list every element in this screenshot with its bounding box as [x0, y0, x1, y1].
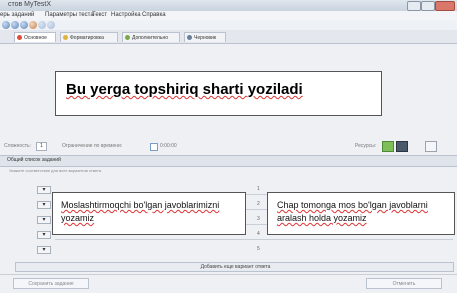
row-2-dropdown[interactable]: ▾: [37, 201, 51, 209]
row-5-dropdown[interactable]: ▾: [37, 246, 51, 254]
tab-additional-label: Дополнительно: [132, 34, 168, 41]
menu-item-text[interactable]: Текст: [92, 12, 107, 18]
menu-item-test-params[interactable]: Параметры теста: [45, 12, 94, 18]
row-number: 3: [257, 216, 260, 222]
cancel-button[interactable]: Отменить: [366, 278, 442, 289]
tab-additional-icon: [125, 35, 130, 40]
media-icon[interactable]: [396, 141, 408, 152]
paste-icon[interactable]: [47, 21, 55, 29]
resources-label: Ресурсы:: [355, 143, 377, 149]
forward-icon[interactable]: [20, 21, 28, 29]
tab-main-label: Основное: [24, 34, 47, 41]
tab-main-icon: [17, 35, 22, 40]
maximize-button[interactable]: [421, 1, 435, 11]
tab-draft-icon: [187, 35, 192, 40]
answers-section-title: Общий список заданий: [7, 157, 61, 163]
add-answer-button[interactable]: Добавить еще вариант ответа: [15, 262, 454, 272]
tab-draft[interactable]: Черновик: [184, 32, 226, 42]
row-3-dropdown[interactable]: ▾: [37, 216, 51, 224]
tab-formatting-icon: [63, 35, 68, 40]
window-title: стов MyTestX: [8, 1, 52, 8]
close-button[interactable]: [435, 1, 455, 11]
task-text-box[interactable]: Bu yerga topshiriq sharti yoziladi: [55, 71, 382, 116]
time-value[interactable]: 0:00:00: [160, 143, 177, 149]
refresh-icon[interactable]: [11, 21, 19, 29]
left-answers-box[interactable]: Moslashtirmoqchi bo'lgan javoblarimizni …: [52, 192, 246, 235]
edit-icon[interactable]: [29, 21, 37, 29]
right-answers-text: Chap tomonga mos bo'lgan javoblarni aral…: [277, 200, 428, 223]
tab-draft-label: Черновик: [194, 34, 217, 41]
minimize-button[interactable]: [407, 1, 421, 11]
answers-section-header: Общий список заданий: [0, 155, 457, 167]
menu-item-help[interactable]: Справка: [142, 12, 166, 18]
task-text: Bu yerga topshiriq sharti yoziladi: [66, 81, 303, 98]
time-limit-checkbox[interactable]: [150, 143, 158, 151]
row-1-dropdown[interactable]: ▾: [37, 186, 51, 194]
tab-bar: Основное Форматировка Дополнительно Черн…: [0, 30, 457, 44]
row-number: 1: [257, 186, 260, 192]
answers-hint: Укажите соответствие для всех вариантов …: [9, 168, 102, 173]
answers-list: ▾ ▾ ▾ ▾ ▾ 1 2 3 4 5 Moslashtirmoqchi bo'…: [15, 180, 455, 262]
toolbar: [0, 20, 457, 30]
title-bar: стов MyTestX: [0, 0, 457, 11]
complexity-spinner[interactable]: 1: [36, 142, 47, 151]
time-limit-label: Ограничение по времени:: [62, 143, 123, 149]
back-icon[interactable]: [2, 21, 10, 29]
right-answers-box[interactable]: Chap tomonga mos bo'lgan javoblarni aral…: [267, 192, 455, 235]
tab-formatting[interactable]: Форматировка: [60, 32, 118, 42]
left-answers-text: Moslashtirmoqchi bo'lgan javoblarimizni …: [61, 200, 220, 223]
row-divider: [55, 239, 453, 240]
footer: Сохранить задание Отменить: [0, 274, 457, 293]
play-icon[interactable]: [382, 141, 394, 152]
menu-item-tasks[interactable]: ерь заданий: [0, 12, 34, 18]
row-4-dropdown[interactable]: ▾: [37, 231, 51, 239]
copy-icon[interactable]: [38, 21, 46, 29]
save-task-button[interactable]: Сохранить задание: [13, 278, 89, 289]
complexity-label: Сложность:: [4, 143, 31, 149]
document-icon[interactable]: [425, 141, 437, 152]
menu-item-settings[interactable]: Настройка: [111, 12, 141, 18]
tab-additional[interactable]: Дополнительно: [122, 32, 180, 42]
menu-bar: ерь заданий Параметры теста Текст Настро…: [0, 11, 457, 20]
tab-main[interactable]: Основное: [14, 32, 56, 42]
add-answer-label: Добавить еще вариант ответа: [200, 264, 271, 270]
options-bar: Сложность: 1 Ограничение по времени: 0:0…: [0, 141, 457, 152]
row-number: 5: [257, 246, 260, 252]
row-number: 2: [257, 201, 260, 207]
row-number: 4: [257, 231, 260, 237]
tab-formatting-label: Форматировка: [70, 34, 104, 41]
